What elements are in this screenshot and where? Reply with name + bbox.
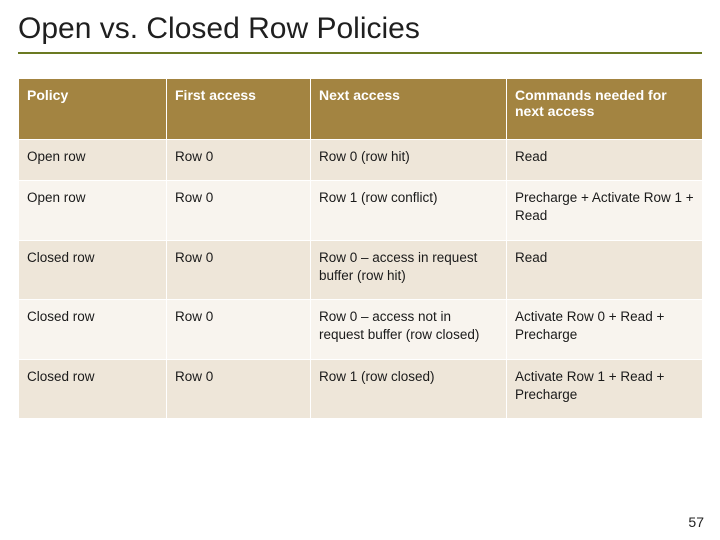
table-header-row: Policy First access Next access Commands…: [19, 79, 703, 140]
cell-cmd: Activate Row 0 + Read + Precharge: [507, 300, 703, 359]
cell-next: Row 0 – access not in request buffer (ro…: [311, 300, 507, 359]
cell-first: Row 0: [167, 359, 311, 418]
cell-first: Row 0: [167, 300, 311, 359]
col-commands: Commands needed for next access: [507, 79, 703, 140]
cell-next: Row 0 (row hit): [311, 140, 507, 181]
cell-first: Row 0: [167, 181, 311, 240]
col-policy: Policy: [19, 79, 167, 140]
col-next: Next access: [311, 79, 507, 140]
cell-next: Row 0 – access in request buffer (row hi…: [311, 240, 507, 299]
cell-cmd: Activate Row 1 + Read + Precharge: [507, 359, 703, 418]
table-row: Open row Row 0 Row 1 (row conflict) Prec…: [19, 181, 703, 240]
table-row: Closed row Row 0 Row 0 – access not in r…: [19, 300, 703, 359]
cell-policy: Open row: [19, 140, 167, 181]
cell-cmd: Precharge + Activate Row 1 + Read: [507, 181, 703, 240]
page-number: 57: [688, 514, 704, 530]
page-title: Open vs. Closed Row Policies: [18, 12, 702, 46]
table-row: Closed row Row 0 Row 0 – access in reque…: [19, 240, 703, 299]
cell-next: Row 1 (row closed): [311, 359, 507, 418]
cell-first: Row 0: [167, 240, 311, 299]
cell-next: Row 1 (row conflict): [311, 181, 507, 240]
cell-cmd: Read: [507, 240, 703, 299]
title-rule: [18, 52, 702, 54]
cell-policy: Open row: [19, 181, 167, 240]
cell-policy: Closed row: [19, 300, 167, 359]
slide: Open vs. Closed Row Policies Policy Firs…: [0, 0, 720, 540]
table-row: Closed row Row 0 Row 1 (row closed) Acti…: [19, 359, 703, 418]
table-row: Open row Row 0 Row 0 (row hit) Read: [19, 140, 703, 181]
cell-first: Row 0: [167, 140, 311, 181]
policy-table: Policy First access Next access Commands…: [18, 78, 703, 419]
cell-policy: Closed row: [19, 359, 167, 418]
cell-cmd: Read: [507, 140, 703, 181]
cell-policy: Closed row: [19, 240, 167, 299]
col-first: First access: [167, 79, 311, 140]
